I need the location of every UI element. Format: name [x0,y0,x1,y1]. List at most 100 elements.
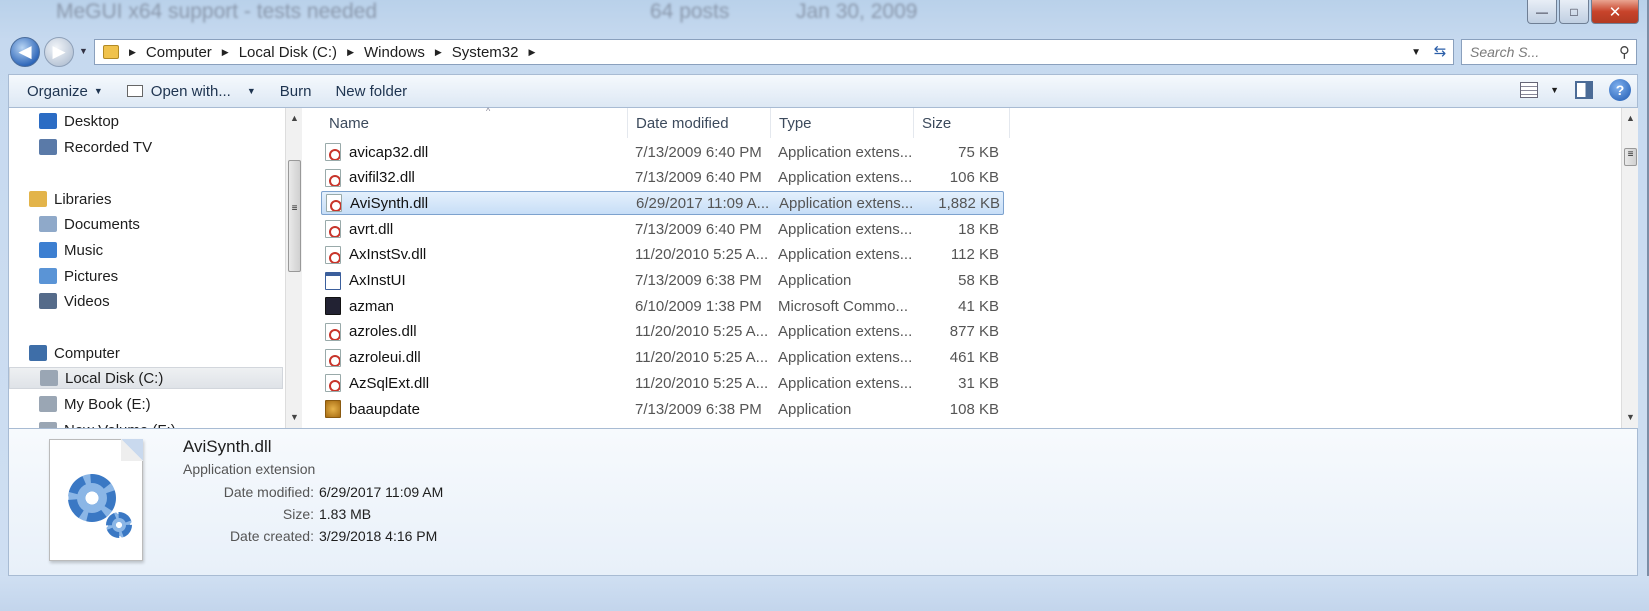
refresh-icon[interactable]: ⇆ [1430,42,1450,60]
file-list-scrollbar[interactable]: ▲ ≡ ▼ [1621,108,1638,428]
nav-item-local-disk-c[interactable]: Local Disk (C:) [9,367,283,389]
preview-pane-icon[interactable] [1575,81,1593,99]
file-size: 41 KB [958,297,999,315]
file-name: avrt.dll [349,220,394,238]
open-with-button[interactable]: Open with... ▼ [115,75,268,107]
details-size-value: 1.83 MB [319,506,372,522]
search-icon[interactable]: ⚲ [1619,43,1630,61]
column-type-label: Type [779,114,812,132]
scroll-up-icon[interactable]: ▲ [286,110,303,127]
burn-button[interactable]: Burn [268,75,324,107]
new-folder-label: New folder [335,82,408,100]
file-type: Application extens... [778,169,913,187]
nav-pane-scrollbar[interactable]: ▲ ≡ ▼ [285,108,302,428]
file-size: 108 KB [949,400,999,418]
file-row[interactable]: azroleui.dll 11/20/2010 5:25 A... Applicat… [321,346,1004,370]
recent-pages-dropdown[interactable]: ▼ [79,46,88,56]
scroll-up-icon[interactable]: ▲ [1622,110,1639,127]
crumb-local-disk[interactable]: Local Disk (C:) [239,44,337,61]
nav-item-desktop[interactable]: Desktop [39,110,119,132]
chevron-down-icon: ▼ [246,86,256,96]
command-bar: Organize ▼ Open with... ▼ Burn New folder … [8,74,1638,108]
new-folder-button[interactable]: New folder [323,75,419,107]
scroll-down-icon[interactable]: ▼ [286,409,303,426]
details-file-name: AviSynth.dll [183,437,272,456]
library-icon [29,191,47,207]
details-created-label: Date created: [229,528,314,544]
nav-item-pictures[interactable]: Pictures [39,265,118,287]
nav-item-label: Local Disk (C:) [65,369,164,387]
computer-icon [29,345,47,361]
dll-file-icon [49,439,143,561]
file-name: baaupdate [349,400,420,418]
crumb-separator[interactable]: ▶ [528,47,535,58]
open-with-label: Open with... [150,82,231,100]
breadcrumb: Computer ▶ Local Disk (C:) ▶ Windows ▶ S… [146,44,545,61]
bg-post-count: 64 posts [650,0,730,23]
file-type: Application extens... [778,143,913,161]
crumb-separator[interactable]: ▶ [435,47,442,58]
column-header-size[interactable]: Size [914,108,1010,138]
address-dropdown-icon[interactable]: ▼ [1411,47,1421,58]
disk-icon [40,370,58,386]
file-row[interactable]: AxInstSv.dll 11/20/2010 5:25 A... Applicat… [321,243,1004,267]
file-size: 75 KB [958,143,999,161]
file-size: 1,882 KB [938,194,1000,212]
forward-button[interactable]: ▶ [44,37,74,67]
column-header-type[interactable]: Type [771,108,914,138]
organize-button[interactable]: Organize ▼ [9,75,115,107]
file-date-modified: 7/13/2009 6:38 PM [635,272,762,289]
nav-item-videos[interactable]: Videos [39,290,110,312]
scroll-down-icon[interactable]: ▼ [1622,409,1639,426]
nav-item-computer[interactable]: Computer [29,342,120,364]
nav-item-label: Recorded TV [64,138,153,156]
dll-file-icon [325,143,341,161]
file-size: 461 KB [949,349,999,367]
details-modified-value: 6/29/2017 11:09 AM [319,484,444,500]
nav-item-libraries[interactable]: Libraries [29,188,112,210]
nav-item-music[interactable]: Music [39,239,103,261]
crumb-separator[interactable]: ▶ [347,47,354,58]
file-name: azman [349,297,395,315]
maximize-button[interactable]: □ [1559,0,1589,24]
address-bar[interactable]: ▶ Computer ▶ Local Disk (C:) ▶ Windows ▶… [94,39,1454,65]
file-row[interactable]: baaupdate 7/13/2009 6:38 PM Application 108… [321,397,1004,421]
column-header-name[interactable]: Name ^ [321,106,628,138]
crumb-separator[interactable]: ▶ [222,47,229,58]
help-icon[interactable]: ? [1609,79,1631,101]
file-row[interactable]: azman 6/10/2009 1:38 PM Microsoft Commo...… [321,294,1004,318]
crumb-system32[interactable]: System32 [452,44,519,61]
minimize-button[interactable]: — [1527,0,1557,24]
nav-item-new-volume-f[interactable]: New Volume (F:) [39,419,176,428]
search-input[interactable]: Search S... ⚲ [1461,39,1637,65]
back-button[interactable]: ◀ [10,37,40,67]
file-row[interactable]: avrt.dll 7/13/2009 6:40 PM Application ext… [321,217,1004,241]
view-list-icon [1520,82,1539,98]
scroll-thumb[interactable]: ≡ [288,160,301,272]
nav-item-documents[interactable]: Documents [39,213,140,235]
file-row[interactable]: azroles.dll 11/20/2010 5:25 A... Applicati… [321,320,1004,344]
file-date-modified: 11/20/2010 5:25 A... [635,246,769,264]
nav-item-recorded-tv[interactable]: Recorded TV [39,136,152,158]
scroll-thumb[interactable]: ≡ [1624,148,1637,166]
file-type: Application extens... [778,349,913,367]
close-button[interactable]: ✕ [1591,0,1639,24]
file-name: AzSqlExt.dll [349,374,430,392]
nav-item-my-book-e[interactable]: My Book (E:) [39,393,151,415]
change-view-button[interactable]: ▼ [1520,82,1559,98]
crumb-separator[interactable]: ▶ [129,47,136,58]
column-header-date[interactable]: Date modified [628,108,771,138]
nav-item-label: Libraries [54,190,112,208]
file-row[interactable]: avicap32.dll 7/13/2009 6:40 PM Application… [321,140,1004,164]
file-type: Application [778,400,852,418]
crumb-windows[interactable]: Windows [364,44,425,61]
file-row[interactable]: AviSynth.dll 6/29/2017 11:09 A... Applicat… [321,191,1004,216]
file-name: AxInstUI [349,272,406,289]
file-row[interactable]: AxInstUI 7/13/2009 6:38 PM Application 58 K… [321,269,1004,293]
file-name: azroles.dll [349,323,417,341]
file-row[interactable]: AzSqlExt.dll 11/20/2010 5:25 A... Applicat… [321,371,1004,395]
nav-item-label: Pictures [64,267,119,285]
details-file-type: Application extension [183,461,316,477]
file-row[interactable]: avifil32.dll 7/13/2009 6:40 PM Application… [321,166,1004,190]
crumb-computer[interactable]: Computer [146,44,212,61]
